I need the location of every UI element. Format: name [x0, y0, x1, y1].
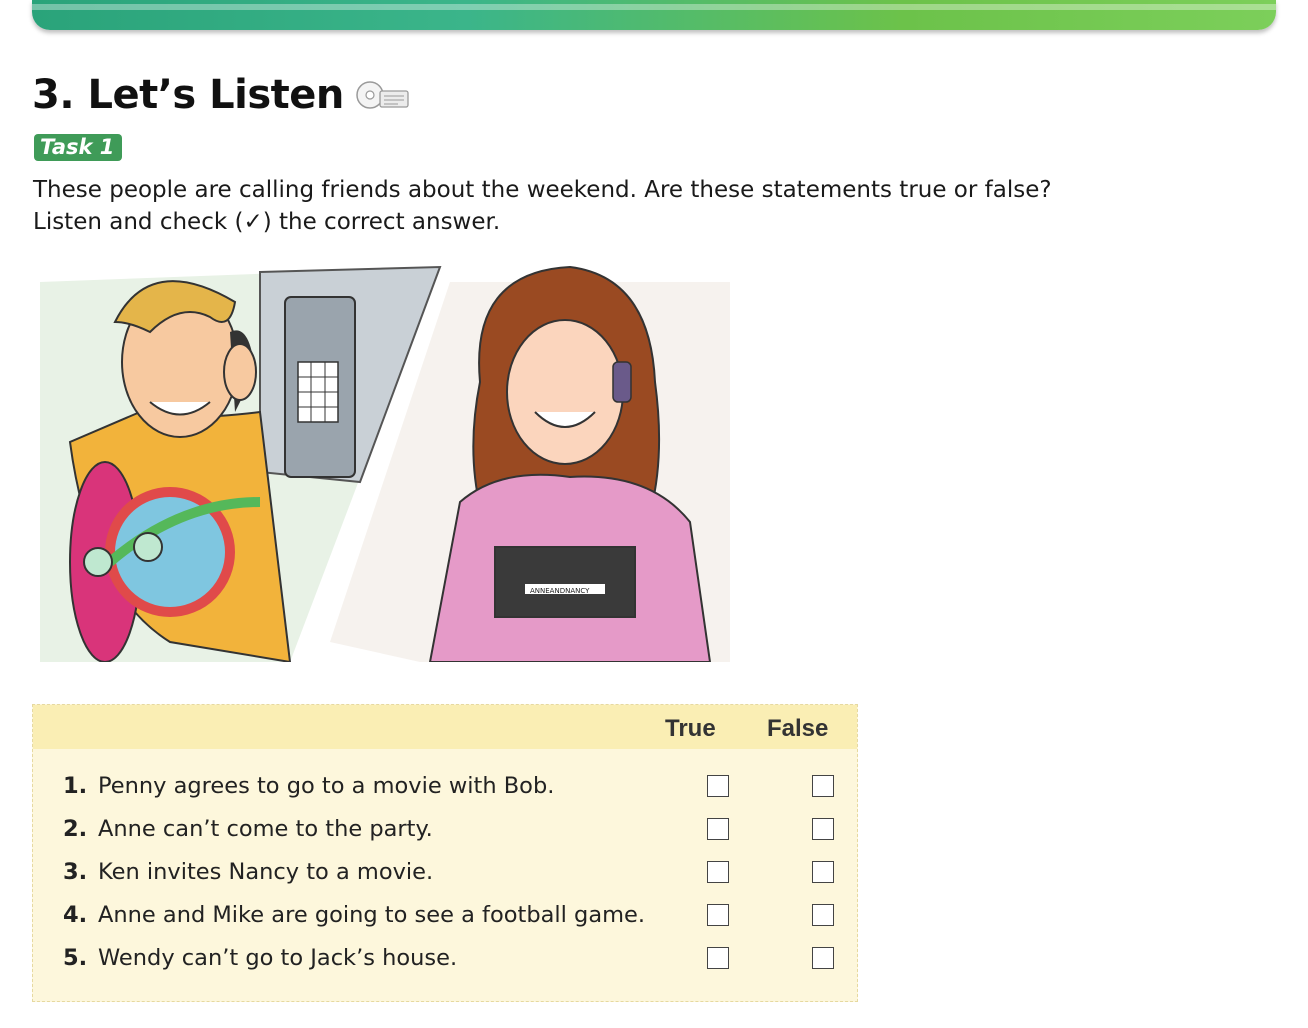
false-checkbox[interactable]	[812, 947, 834, 969]
row-statement: Penny agrees to go to a movie with Bob.	[98, 773, 555, 799]
table-row: 2. Anne can’t come to the party.	[63, 810, 843, 850]
table-row: 4. Anne and Mike are going to see a foot…	[63, 896, 843, 936]
table-row: 3. Ken invites Nancy to a movie.	[63, 853, 843, 893]
true-checkbox[interactable]	[707, 947, 729, 969]
table-row: 5. Wendy can’t go to Jack’s house.	[63, 939, 843, 979]
instructions-line-1: These people are calling friends about t…	[33, 177, 1052, 203]
table-row: 1. Penny agrees to go to a movie with Bo…	[63, 767, 843, 807]
row-statement: Anne and Mike are going to see a footbal…	[98, 902, 646, 928]
row-statement: Ken invites Nancy to a movie.	[98, 859, 434, 885]
row-number: 1.	[63, 773, 88, 799]
true-checkbox[interactable]	[707, 904, 729, 926]
notebook-label: ANNEANDNANCY	[530, 587, 590, 595]
illustration: ANNEANDNANCY	[40, 265, 730, 662]
instructions: These people are calling friends about t…	[33, 174, 1183, 238]
row-number: 4.	[63, 902, 88, 928]
false-checkbox[interactable]	[812, 775, 834, 797]
true-checkbox[interactable]	[707, 861, 729, 883]
row-number: 2.	[63, 816, 88, 842]
section-heading: 3. Let’s Listen	[32, 72, 412, 118]
row-number: 5.	[63, 945, 88, 971]
instructions-line-2: Listen and check (✓) the correct answer.	[33, 209, 501, 235]
task-badge: Task 1	[34, 134, 123, 161]
column-header-false: False	[767, 715, 829, 742]
column-header-true: True	[665, 715, 716, 742]
row-number: 3.	[63, 859, 88, 885]
header-banner	[32, 0, 1276, 30]
section-title: 3. Let’s Listen	[32, 72, 344, 118]
row-statement: Wendy can’t go to Jack’s house.	[98, 945, 458, 971]
true-checkbox[interactable]	[707, 775, 729, 797]
false-checkbox[interactable]	[812, 818, 834, 840]
cd-icon	[356, 81, 409, 109]
false-checkbox[interactable]	[812, 904, 834, 926]
true-checkbox[interactable]	[707, 818, 729, 840]
table-header: True False	[33, 705, 857, 749]
row-statement: Anne can’t come to the party.	[98, 816, 433, 842]
true-false-table: True False 1. Penny agrees to go to a mo…	[32, 704, 858, 1002]
false-checkbox[interactable]	[812, 861, 834, 883]
